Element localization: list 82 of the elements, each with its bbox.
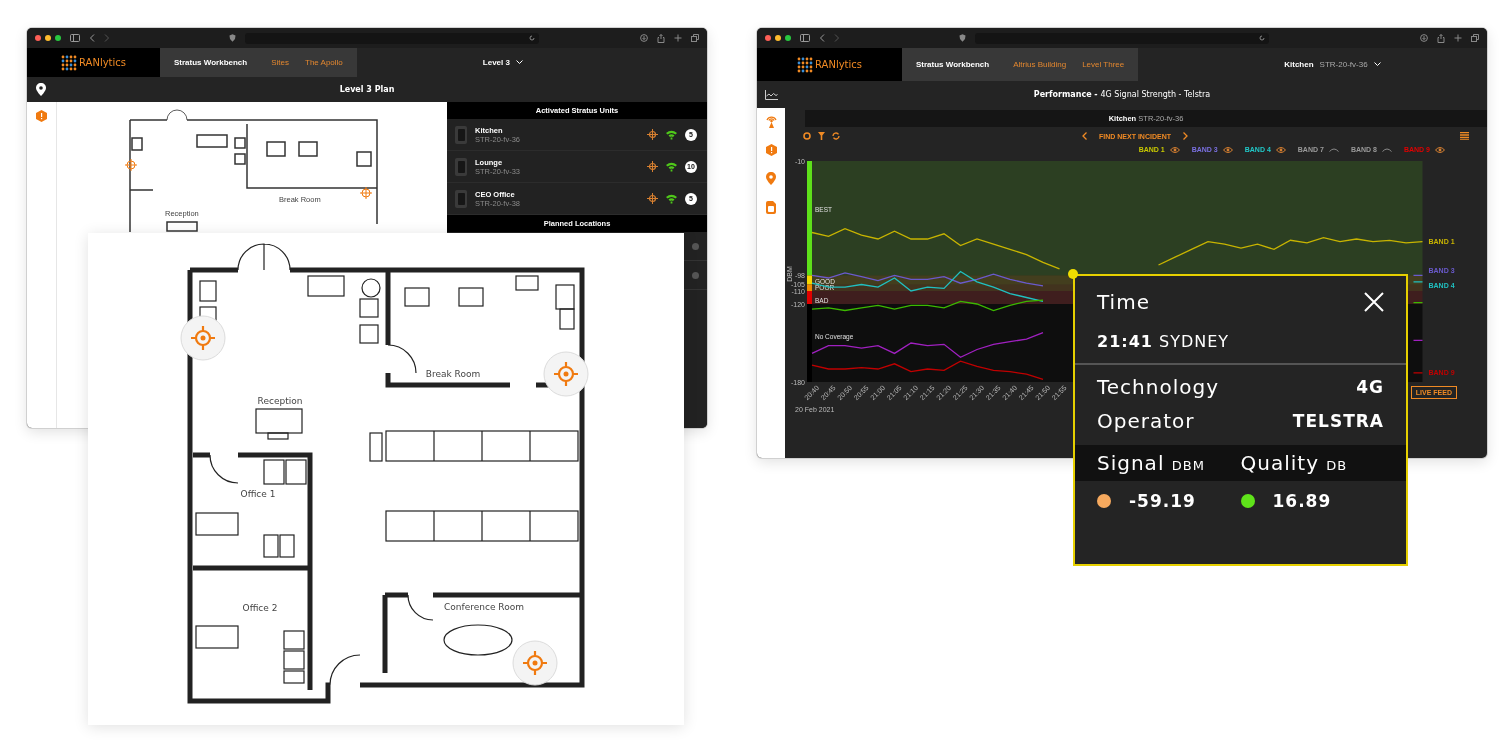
target-icon[interactable] — [647, 161, 658, 172]
list-icon[interactable] — [1460, 132, 1469, 140]
room-label: Office 1 — [240, 489, 276, 499]
shield-icon — [959, 34, 966, 42]
room-label: Break Room — [425, 369, 481, 379]
alert-hexagon-icon[interactable] — [36, 110, 47, 122]
closed-eye-icon[interactable] — [1328, 147, 1339, 152]
sidebar-icon[interactable] — [800, 34, 810, 42]
breadcrumb-tab[interactable]: Level Three — [1076, 58, 1131, 71]
field-label: Operator — [1097, 409, 1195, 433]
wifi-icon — [666, 193, 677, 204]
reload-icon[interactable] — [1259, 35, 1265, 41]
share-icon[interactable] — [657, 33, 665, 43]
share-icon[interactable] — [1437, 33, 1445, 43]
breadcrumb-tab[interactable]: The Apollo — [299, 56, 349, 69]
wifi-icon — [666, 129, 677, 140]
circle-icon[interactable] — [803, 132, 811, 140]
refresh-icon[interactable] — [832, 132, 840, 140]
metric-value: -59.19 — [1129, 491, 1196, 511]
breadcrumb-tab[interactable]: Altrius Building — [1007, 58, 1073, 71]
reload-icon[interactable] — [529, 35, 535, 41]
location-marker[interactable] — [180, 315, 226, 361]
logo-icon — [797, 56, 813, 73]
close-icon[interactable] — [1364, 292, 1384, 312]
eye-icon[interactable] — [1169, 146, 1180, 153]
previous-icon[interactable] — [1082, 132, 1087, 140]
chart-icon[interactable] — [764, 89, 778, 100]
back-icon[interactable] — [819, 34, 825, 42]
eye-icon[interactable] — [1275, 146, 1286, 153]
back-icon[interactable] — [89, 34, 95, 42]
antenna-icon[interactable] — [765, 116, 777, 128]
download-icon[interactable] — [1420, 33, 1428, 42]
eye-icon[interactable] — [1222, 146, 1233, 153]
metric-label: Signal DBM — [1097, 451, 1206, 475]
sim-card-icon[interactable] — [766, 201, 776, 214]
field-label: Technology — [1097, 375, 1220, 399]
metric-value: 16.89 — [1272, 491, 1332, 511]
plus-icon[interactable] — [1454, 33, 1462, 42]
alert-hexagon-icon[interactable] — [765, 144, 777, 156]
page-title: Performance - 4G Signal Strength - Telstra — [1032, 90, 1212, 99]
room-label: Conference Room — [444, 602, 524, 612]
breadcrumb-tab[interactable]: Stratus Workbench — [910, 58, 996, 71]
target-icon[interactable] — [359, 186, 373, 200]
location-marker[interactable] — [512, 640, 558, 686]
metric-label: Quality DB — [1240, 451, 1349, 475]
room-label: Reception — [257, 396, 303, 406]
eye-icon[interactable] — [1435, 146, 1445, 153]
page-title: Level 3 Plan — [338, 85, 396, 94]
breadcrumb-tab[interactable]: Stratus Workbench — [168, 56, 254, 69]
breadcrumb-tab[interactable]: Sites — [265, 56, 295, 69]
plus-icon[interactable] — [674, 33, 682, 42]
field-value: TELSTRA — [1292, 411, 1384, 431]
dot-icon[interactable] — [692, 242, 699, 250]
location-pin-icon[interactable] — [36, 83, 46, 96]
device-icon — [455, 157, 467, 176]
tabs-icon[interactable] — [1471, 33, 1479, 42]
logo-icon — [61, 54, 77, 71]
sidebar-icon[interactable] — [70, 34, 80, 42]
unit-dropdown[interactable]: Kitchen STR-20-fv-36 — [1278, 59, 1387, 70]
logo-text: RANlytics — [815, 59, 862, 70]
target-icon[interactable] — [124, 158, 138, 172]
closed-eye-icon[interactable] — [1381, 147, 1392, 152]
next-icon[interactable] — [1182, 132, 1188, 140]
logo-text: RANlytics — [79, 57, 126, 68]
chevron-icon — [515, 60, 523, 65]
room-label: Office 2 — [242, 603, 278, 613]
level-dropdown[interactable]: Level 3 — [476, 57, 529, 68]
target-icon[interactable] — [647, 129, 658, 140]
tooltip-title: Time — [1097, 290, 1150, 314]
download-icon[interactable] — [640, 33, 648, 42]
field-value: 4G — [1356, 377, 1384, 397]
chevron-icon — [1373, 62, 1381, 67]
time-value: 21:41 SYDNEY — [1097, 332, 1231, 351]
shield-icon — [229, 34, 236, 42]
device-icon — [455, 125, 467, 144]
target-icon[interactable] — [647, 193, 658, 204]
filter-icon[interactable] — [818, 132, 825, 140]
device-icon — [455, 189, 467, 208]
wifi-icon — [666, 161, 677, 172]
dot-icon[interactable] — [692, 271, 699, 279]
location-marker[interactable] — [543, 351, 589, 397]
tabs-icon[interactable] — [691, 33, 699, 42]
